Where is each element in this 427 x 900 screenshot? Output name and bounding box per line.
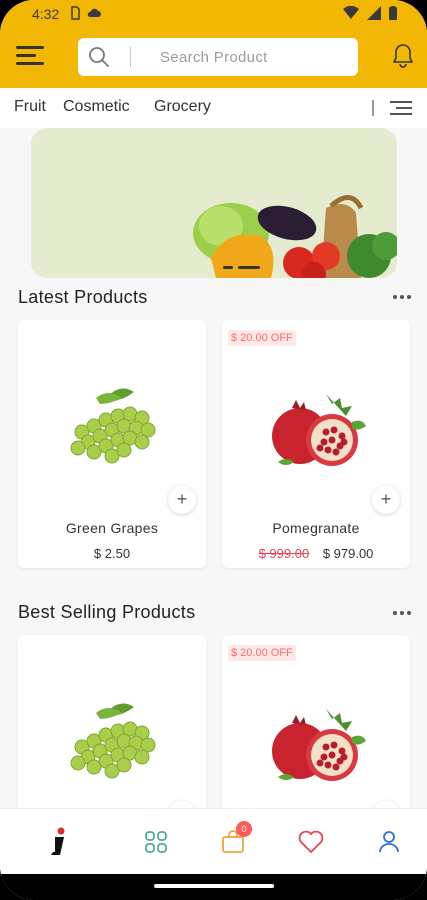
home-logo-icon [51, 827, 65, 855]
banner-dot-active[interactable] [238, 266, 260, 269]
signal-icon [367, 6, 381, 20]
category-tab-cosmetic[interactable]: Cosmetic [63, 98, 130, 116]
gesture-bar [0, 874, 427, 900]
vegetables-basket-image [193, 195, 397, 278]
home-gesture-handle[interactable] [154, 884, 274, 888]
add-to-cart-button[interactable]: + [372, 486, 400, 514]
categories-grid-icon [145, 831, 167, 853]
pomegranate-image [272, 394, 366, 466]
app-screen: 4:32 Search Product Fruit Cosmetic Groce… [0, 0, 427, 900]
product-old-price: $ 999.00 [258, 546, 310, 561]
more-options-icon[interactable] [393, 611, 411, 615]
search-placeholder: Search Product [160, 49, 268, 66]
product-price-row: $ 999.00 $ 979.00 [222, 546, 410, 561]
search-input[interactable]: Search Product [78, 38, 358, 76]
status-system-icons [343, 6, 397, 20]
home-content[interactable]: Latest Products + Green Grapes $ 2.50 $ … [0, 128, 427, 883]
sim-icon [71, 6, 80, 20]
nav-categories[interactable] [141, 827, 171, 857]
search-divider [130, 47, 131, 67]
green-grapes-image [70, 703, 156, 779]
category-tab-grocery[interactable]: Grocery [154, 98, 211, 116]
app-header: Search Product [0, 28, 427, 88]
filter-list-icon[interactable] [390, 99, 412, 117]
product-card[interactable]: + Green Grapes $ 2.50 [18, 320, 206, 568]
status-bar: 4:32 [0, 0, 427, 28]
banner-pagination [223, 266, 260, 269]
pomegranate-image [272, 709, 366, 781]
product-name: Pomegranate [272, 520, 360, 536]
discount-badge: $ 20.00 OFF [228, 645, 296, 661]
category-tabs: Fruit Cosmetic Grocery [0, 88, 427, 128]
nav-cart[interactable]: 0 [218, 821, 252, 857]
nav-wishlist[interactable] [296, 827, 326, 857]
status-time: 4:32 [32, 6, 60, 22]
product-price-row: $ 2.50 [18, 546, 206, 561]
more-options-icon[interactable] [393, 295, 411, 299]
category-divider [372, 100, 374, 116]
product-price: $ 2.50 [93, 546, 131, 561]
search-icon [89, 47, 109, 67]
cloud-icon [87, 8, 101, 17]
profile-user-icon [379, 831, 399, 853]
nav-home[interactable] [44, 827, 74, 857]
promo-banner[interactable] [31, 128, 397, 278]
product-card[interactable]: $ 20.00 OFF + Pomegranate $ 999.00 $ 979… [222, 320, 410, 568]
section-title-latest: Latest Products [18, 287, 148, 307]
add-to-cart-button[interactable]: + [168, 486, 196, 514]
battery-icon [389, 6, 397, 20]
wifi-icon [343, 6, 359, 19]
cart-count-badge: 0 [236, 821, 252, 837]
section-title-best-selling: Best Selling Products [18, 602, 196, 622]
discount-badge: $ 20.00 OFF [228, 330, 296, 346]
menu-icon[interactable] [16, 44, 44, 68]
status-notification-icons [70, 6, 102, 20]
category-tab-fruit[interactable]: Fruit [14, 98, 46, 116]
banner-dot[interactable] [223, 266, 233, 269]
green-grapes-image [70, 388, 156, 464]
wishlist-heart-icon [298, 830, 324, 854]
notification-bell-icon[interactable] [391, 43, 415, 69]
product-price: $ 979.00 [322, 546, 374, 561]
nav-profile[interactable] [374, 827, 404, 857]
bottom-navigation: 0 [0, 808, 427, 874]
product-name: Green Grapes [65, 520, 159, 536]
